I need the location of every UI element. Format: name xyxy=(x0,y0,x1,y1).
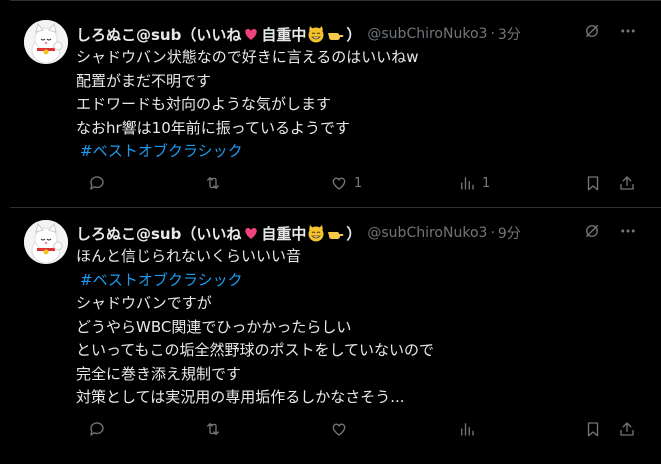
tweet-header: しろぬこ@sub（いいね 自重中 ） @subChiroNuko3 · 9分 xyxy=(76,221,521,245)
grok-icon[interactable] xyxy=(583,22,601,40)
share-button[interactable] xyxy=(618,174,636,192)
bookmark-icon xyxy=(587,422,599,437)
heart-icon xyxy=(332,423,346,436)
like-button[interactable] xyxy=(330,420,348,438)
pink-heart-icon xyxy=(245,29,258,40)
display-name-end: ） xyxy=(346,224,362,243)
retweet-icon xyxy=(207,177,219,189)
display-name[interactable]: しろぬこ@sub（いいね xyxy=(76,24,241,45)
like-count: 1 xyxy=(354,175,363,191)
reply-button[interactable] xyxy=(88,420,106,438)
tweet-line: といってもこの垢全然野球のポストをしていないので xyxy=(76,341,435,359)
pointing-hand-icon xyxy=(328,232,344,239)
maneki-neko-avatar-icon xyxy=(24,220,68,264)
tweet-line: シャドウバンですが xyxy=(76,294,212,312)
reply-icon xyxy=(90,422,104,436)
reply-icon xyxy=(90,176,104,190)
pointing-hand-icon xyxy=(328,33,344,40)
tweet-text: シャドウバン状態なので好きに言えるのはいいねw 配置がまだ不明です エドワードも… xyxy=(76,46,419,164)
tweet-line: どうやらWBC関連でひっかかったらしい xyxy=(76,317,352,336)
bookmark-button[interactable] xyxy=(584,174,602,192)
tweet-1[interactable]: しろぬこ@sub（いいね 自重中 ） @subChiroNuko3 · 3分 シ… xyxy=(10,0,661,207)
tweet-line: エドワードも対向のような気がします xyxy=(76,95,332,113)
tweet-actions: 1 1 xyxy=(76,174,647,194)
display-name-mid: 自重中 xyxy=(261,224,307,243)
hashtag-link[interactable]: #ベストオブクラシック xyxy=(76,140,419,164)
tweet-top-actions xyxy=(583,22,637,40)
reply-button[interactable] xyxy=(88,174,106,192)
like-button[interactable]: 1 xyxy=(330,174,362,192)
tweet-line: シャドウバン状態なので好きに言えるのはいいねw xyxy=(76,48,419,66)
views-icon xyxy=(461,177,474,190)
tweet-line: なおhr響は10年前に振っているようです xyxy=(76,118,351,137)
heart-icon xyxy=(332,177,346,190)
avatar[interactable] xyxy=(24,220,68,264)
share-icon xyxy=(620,422,634,436)
tweet-line: 完全に巻き添え規制です xyxy=(76,364,242,383)
tweet-line: ほんと信じられないくらいいい音 xyxy=(76,247,302,265)
tweet-2[interactable]: しろぬこ@sub（いいね 自重中 ） @subChiroNuko3 · 9分 ほ… xyxy=(10,208,661,464)
view-count: 1 xyxy=(482,175,491,191)
user-handle[interactable]: @subChiroNuko3 xyxy=(367,26,487,42)
maneki-neko-avatar-icon xyxy=(24,20,68,64)
pink-heart-icon xyxy=(245,228,258,239)
display-name-mid: 自重中 xyxy=(261,25,307,44)
views-button[interactable]: 1 xyxy=(458,174,490,192)
views-icon xyxy=(461,423,474,436)
display-name[interactable]: しろぬこ@sub（いいね xyxy=(76,223,241,244)
user-handle[interactable]: @subChiroNuko3 xyxy=(367,225,487,241)
hashtag-link[interactable]: #ベストオブクラシック xyxy=(76,269,434,293)
grinning-cat-icon xyxy=(308,26,324,43)
grok-icon[interactable] xyxy=(583,222,601,240)
separator: · xyxy=(490,26,495,42)
separator: · xyxy=(490,225,495,241)
tweet-line: 配置がまだ不明です xyxy=(76,71,212,90)
tweet-actions xyxy=(76,420,647,440)
retweet-button[interactable] xyxy=(204,174,222,192)
display-name-end: ） xyxy=(346,25,362,44)
share-icon xyxy=(620,176,634,190)
bookmark-icon xyxy=(587,176,599,191)
tweet-top-actions xyxy=(583,222,637,240)
timestamp[interactable]: 3分 xyxy=(498,24,521,44)
bookmark-button[interactable] xyxy=(584,420,602,438)
grinning-cat-icon xyxy=(308,225,324,242)
more-icon[interactable] xyxy=(619,22,637,40)
retweet-icon xyxy=(207,423,219,435)
tweet-line: 対策としては実況用の専用垢作るしかなさそう... xyxy=(76,388,405,406)
tweet-header: しろぬこ@sub（いいね 自重中 ） @subChiroNuko3 · 3分 xyxy=(76,22,521,46)
tweet-text: ほんと信じられないくらいいい音 #ベストオブクラシック シャドウバンですが どう… xyxy=(76,245,434,410)
timestamp[interactable]: 9分 xyxy=(498,223,521,243)
more-icon[interactable] xyxy=(619,222,637,240)
share-button[interactable] xyxy=(618,420,636,438)
avatar[interactable] xyxy=(24,20,68,64)
views-button[interactable] xyxy=(458,420,476,438)
retweet-button[interactable] xyxy=(204,420,222,438)
